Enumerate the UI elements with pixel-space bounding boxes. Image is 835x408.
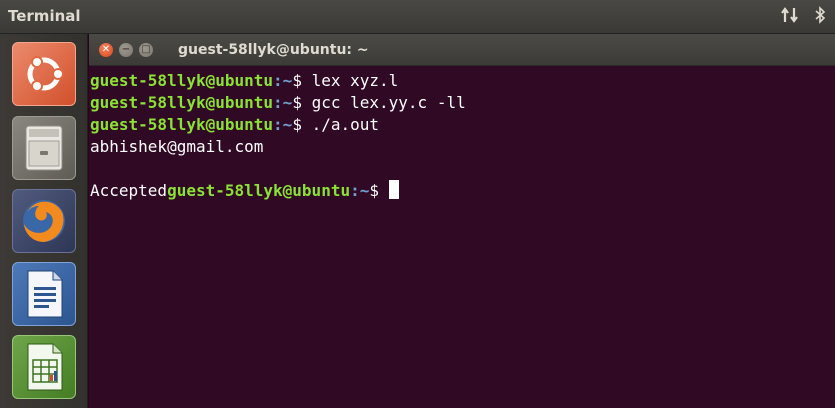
launcher-item-ubuntu-dash[interactable] — [12, 42, 76, 106]
prompt-user: guest-58llyk@ubuntu — [167, 181, 351, 200]
libreoffice-calc-icon — [13, 343, 75, 402]
prompt-colon: : — [273, 71, 283, 90]
bluetooth-icon[interactable] — [813, 6, 827, 28]
maximize-button[interactable]: □ — [139, 43, 153, 57]
libreoffice-writer-icon — [13, 270, 75, 329]
prompt-symbol: $ — [292, 93, 302, 112]
prompt-path: ~ — [359, 181, 370, 200]
network-updown-icon[interactable] — [781, 6, 799, 28]
maximize-icon: □ — [141, 44, 151, 55]
terminal-line: guest-58llyk@ubuntu:~$ gcc lex.yy.c -ll — [90, 92, 835, 114]
minimize-icon: − — [121, 44, 131, 55]
prompt-symbol: $ — [292, 115, 302, 134]
window-title: guest-58llyk@ubuntu: ~ — [178, 42, 369, 58]
firefox-icon — [13, 200, 75, 256]
indicator-area — [781, 6, 827, 28]
launcher-item-files[interactable] — [12, 116, 76, 180]
prompt-symbol: $ — [292, 71, 302, 90]
terminal-cursor — [388, 180, 399, 199]
command-text: gcc lex.yy.c -ll — [301, 93, 466, 112]
top-panel: Terminal — [0, 0, 835, 34]
close-icon: ✕ — [101, 44, 111, 55]
prompt-colon: : — [273, 93, 283, 112]
launcher-item-calc[interactable] — [12, 335, 76, 399]
command-text — [379, 181, 389, 200]
prompt-user: guest-58llyk@ubuntu — [90, 71, 274, 90]
terminal-line: guest-58llyk@ubuntu:~$ lex xyz.l — [90, 70, 835, 92]
command-text: ./a.out — [301, 115, 380, 134]
ubuntu-logo-icon — [13, 56, 75, 109]
prompt-colon: : — [273, 115, 283, 134]
launcher-item-writer[interactable] — [12, 262, 76, 326]
prompt-user: guest-58llyk@ubuntu — [90, 115, 274, 134]
command-text: lex xyz.l — [301, 71, 399, 90]
terminal-titlebar[interactable]: ✕ − □ guest-58llyk@ubuntu: ~ — [89, 34, 835, 66]
prompt-path: ~ — [282, 115, 293, 134]
output-text: abhishek@gmail.com — [90, 137, 264, 156]
output-prefix: Accepted — [90, 181, 168, 200]
file-cabinet-icon — [13, 125, 75, 183]
active-app-title: Terminal — [8, 7, 81, 25]
terminal-output[interactable]: guest-58llyk@ubuntu:~$ lex xyz.l guest-5… — [89, 66, 835, 408]
terminal-line: guest-58llyk@ubuntu:~$ ./a.out — [90, 114, 835, 136]
minimize-button[interactable]: − — [119, 43, 133, 57]
launcher — [0, 34, 88, 408]
prompt-symbol: $ — [369, 181, 380, 200]
prompt-path: ~ — [282, 71, 293, 90]
prompt-colon: : — [350, 181, 360, 200]
prompt-path: ~ — [282, 93, 293, 112]
terminal-line: abhishek@gmail.com — [90, 136, 835, 158]
launcher-item-firefox[interactable] — [12, 189, 76, 253]
close-button[interactable]: ✕ — [99, 43, 113, 57]
prompt-user: guest-58llyk@ubuntu — [90, 93, 274, 112]
terminal-line: Acceptedguest-58llyk@ubuntu:~$ — [90, 180, 835, 202]
